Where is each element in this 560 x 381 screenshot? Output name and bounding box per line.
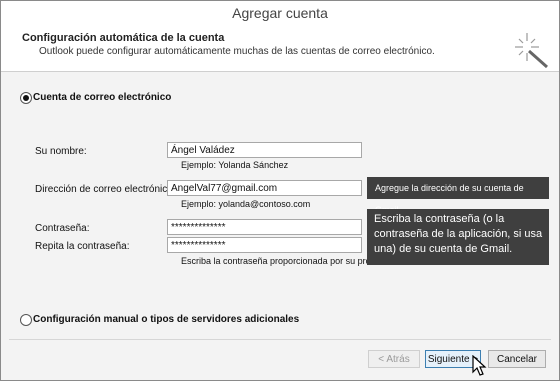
header-subtitle: Outlook puede configurar automáticamente… bbox=[39, 46, 435, 57]
email-field[interactable]: AngelVal77@gmail.com bbox=[167, 180, 362, 196]
title-bar: Agregar cuenta bbox=[1, 1, 559, 27]
header-title: Configuración automática de la cuenta bbox=[22, 32, 225, 44]
name-field[interactable]: Ángel Valádez bbox=[167, 142, 362, 158]
dialog-header: Configuración automática de la cuenta Ou… bbox=[1, 27, 559, 72]
name-label: Su nombre: bbox=[35, 146, 87, 157]
manual-setup-radio[interactable] bbox=[20, 314, 32, 326]
password-label: Contraseña: bbox=[35, 223, 90, 234]
email-hint: Ejemplo: yolanda@contoso.com bbox=[181, 199, 311, 209]
magic-wand-icon bbox=[515, 33, 548, 69]
password-field[interactable]: ************** bbox=[167, 219, 362, 235]
mouse-pointer-icon bbox=[472, 355, 487, 376]
manual-setup-label: Configuración manual o tipos de servidor… bbox=[33, 314, 300, 325]
password-hint: Escriba la contraseña proporcionada por … bbox=[181, 256, 371, 266]
email-account-label: Cuenta de correo electrónico bbox=[33, 92, 172, 103]
cancel-button[interactable]: Cancelar bbox=[488, 350, 546, 368]
password-repeat-label: Repita la contraseña: bbox=[35, 241, 130, 252]
password-callout: Escriba la contraseña (o la contraseña d… bbox=[367, 209, 549, 265]
add-account-dialog: Agregar cuenta Configuración automática … bbox=[0, 0, 560, 381]
email-label: Dirección de correo electrónico: bbox=[35, 184, 176, 195]
email-account-radio[interactable] bbox=[20, 92, 32, 104]
back-button[interactable]: < Atrás bbox=[368, 350, 420, 368]
footer-separator bbox=[9, 339, 551, 340]
name-hint: Ejemplo: Yolanda Sánchez bbox=[181, 160, 289, 170]
password-repeat-field[interactable]: ************** bbox=[167, 237, 362, 253]
window-title: Agregar cuenta bbox=[232, 5, 328, 21]
email-callout: Agregue la dirección de su cuenta de Gma… bbox=[367, 177, 549, 215]
